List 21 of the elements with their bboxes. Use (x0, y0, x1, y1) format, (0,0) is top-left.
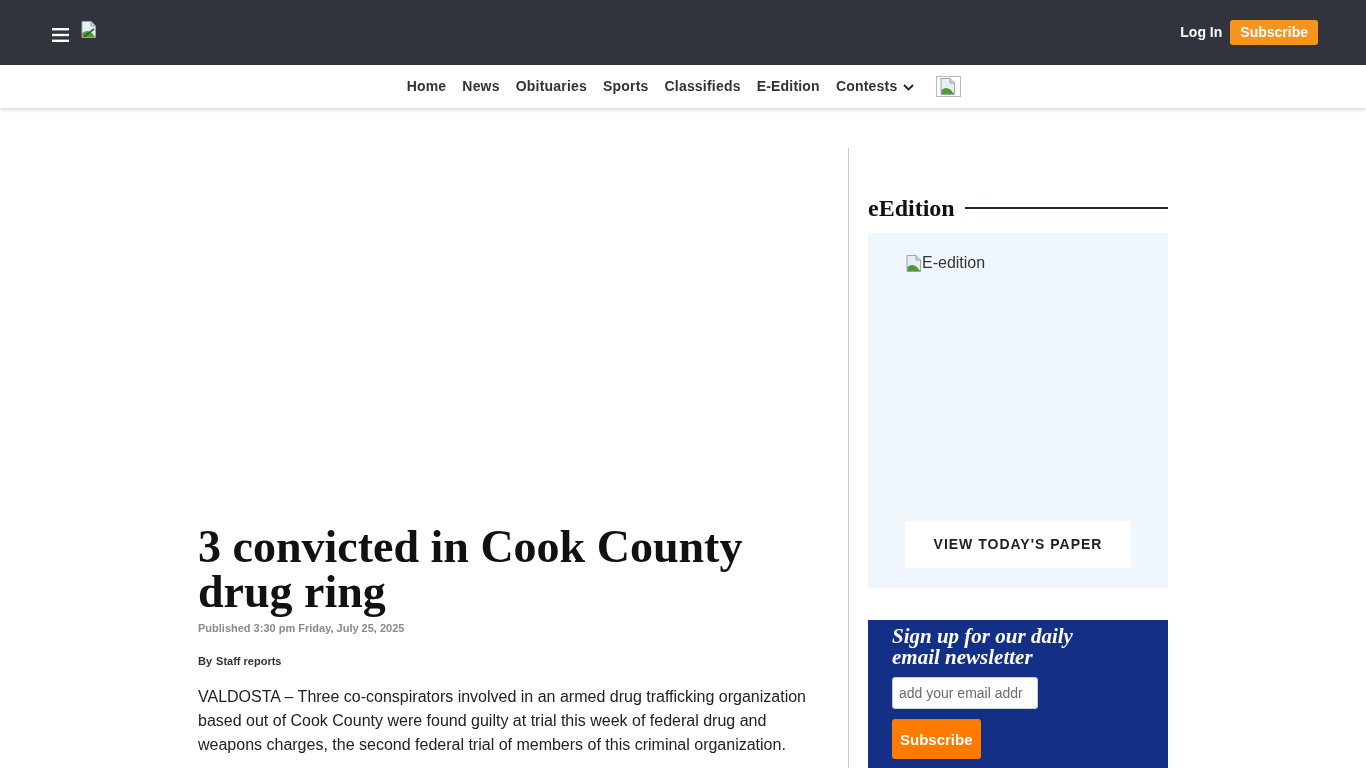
nav-link[interactable]: E-Edition (756, 78, 820, 95)
broken-image-icon[interactable] (81, 20, 97, 38)
publish-date: Published 3:30 pm Friday, July 25, 2025 (198, 621, 406, 635)
nav-link[interactable]: Sports (602, 78, 649, 95)
login-link[interactable]: Log In (1180, 24, 1223, 41)
chevron-down-icon[interactable] (903, 84, 915, 91)
email-input[interactable]: add your email addr (892, 677, 1038, 709)
nav-link[interactable]: Classifieds (664, 78, 741, 95)
section-heading: eEdition (868, 195, 955, 221)
nav-link[interactable]: News (462, 78, 500, 95)
menu-icon[interactable] (52, 27, 69, 42)
view-paper-button[interactable]: VIEW TODAY'S PAPER (905, 521, 1131, 568)
byline-label: By (198, 654, 213, 668)
author-link[interactable]: Staff reports (216, 654, 282, 668)
nav-link[interactable]: Obituaries (515, 78, 587, 95)
article-paragraph: VALDOSTA – Three co-conspirators involved in an armed drug trafficking organization based out of Cook County were found guilty at trial this week of federal drug and weapons charges, the second federal trial of members of this criminal organization. (198, 687, 807, 755)
nav-link[interactable]: Home (406, 78, 447, 95)
broken-image-icon (906, 255, 922, 272)
image-alt-text: E-edition (922, 253, 986, 273)
newsletter-heading: Sign up for our daily email newsletter (892, 626, 1074, 668)
nav-link[interactable]: Contests (835, 78, 915, 95)
